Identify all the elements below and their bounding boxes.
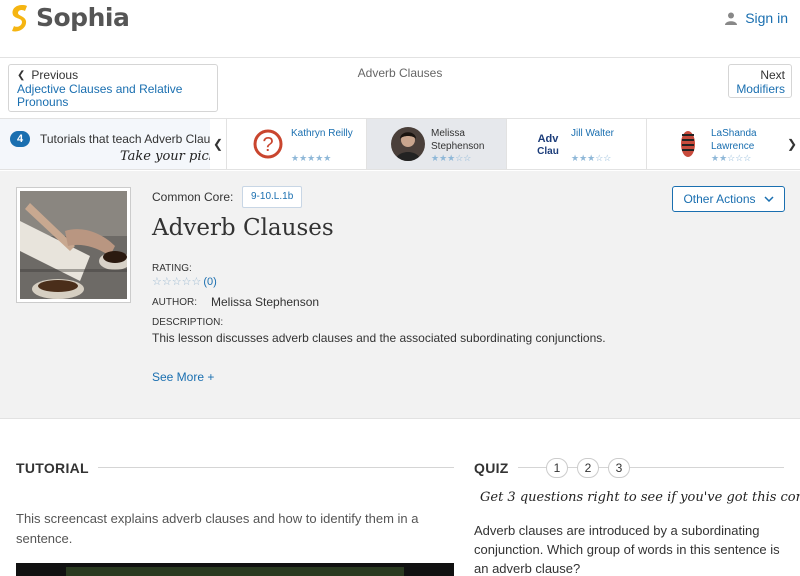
quiz-hint: Get 3 questions right to see if you've g…	[480, 490, 800, 505]
common-core-label: Common Core:	[152, 190, 234, 204]
quiz-question-text: Adverb clauses are introduced by a subor…	[474, 523, 780, 576]
card-rating-stars: ★★★☆☆	[431, 153, 472, 163]
card-rating-stars: ★★☆☆☆	[711, 153, 752, 163]
avatar: Adv Clau	[531, 127, 565, 161]
lesson-detail: Common Core: 9-10.L.1b Adverb Clauses Ot…	[0, 171, 800, 419]
tutorials-text: Tutorials that teach Adverb Clauses	[40, 132, 210, 146]
avatar: ?	[251, 127, 285, 161]
svg-text:?: ?	[262, 134, 273, 156]
other-actions-button[interactable]: Other Actions	[672, 186, 785, 212]
author-name: Melissa Stephenson	[211, 295, 320, 309]
previous-tutorial-link[interactable]: Adjective Clauses and Relative Pronouns	[17, 83, 209, 109]
card-author-name: Melissa Stephenson	[431, 128, 485, 152]
sign-in-label: Sign in	[745, 10, 788, 26]
previous-label: Previous	[31, 68, 79, 82]
previous-tutorial-button[interactable]: ❮ Previous Adjective Clauses and Relativ…	[8, 64, 218, 112]
quiz-question-2[interactable]: 2	[577, 458, 599, 478]
sign-in-link[interactable]: Sign in	[725, 10, 788, 26]
tutorial-card[interactable]: LaShanda Lawrence ★★☆☆☆	[646, 119, 786, 169]
rating-count[interactable]: (0)	[203, 276, 216, 288]
card-rating-stars: ★★★★★	[291, 153, 332, 163]
next-label: Next	[760, 68, 785, 82]
lesson-thumbnail	[16, 187, 131, 303]
tutorial-card[interactable]: ? Kathryn Reilly ★★★★★	[226, 119, 366, 169]
divider	[98, 467, 454, 468]
user-icon	[725, 12, 738, 25]
carousel-next-arrow[interactable]: ❯	[784, 119, 800, 169]
sophia-logo[interactable]: Sophia	[10, 3, 130, 32]
quiz-question-3[interactable]: 3	[608, 458, 630, 478]
chevron-right-icon: ❯	[786, 137, 798, 151]
tutorial-card[interactable]: Adv Clau Jill Walter ★★★☆☆	[506, 119, 646, 169]
card-author-name: Jill Walter	[571, 128, 614, 139]
chevron-left-icon: ❮	[17, 69, 26, 81]
svg-text:Clau: Clau	[537, 146, 559, 157]
tutorial-description: This screencast explains adverb clauses …	[16, 511, 419, 546]
description-label: DESCRIPTION:	[152, 317, 224, 328]
next-tutorial-link[interactable]: Modifiers	[735, 82, 785, 96]
take-your-pick: Take your pick:	[120, 149, 210, 164]
tutorial-count-badge: 4	[10, 131, 30, 147]
chevron-left-icon: ❮	[212, 137, 224, 151]
lesson-description: This lesson discusses adverb clauses and…	[152, 331, 606, 345]
quiz-heading: QUIZ	[474, 460, 509, 476]
author-label: AUTHOR:	[152, 297, 197, 308]
other-actions-label: Other Actions	[683, 192, 756, 206]
see-more-link[interactable]: See More +	[152, 370, 214, 384]
avatar	[671, 127, 705, 161]
card-author-name: Kathryn Reilly	[291, 128, 353, 139]
common-core-tag[interactable]: 9-10.L.1b	[242, 186, 303, 208]
rating-widget[interactable]: ☆☆☆☆☆ (0)	[152, 275, 217, 289]
tutorials-intro: 4 Tutorials that teach Adverb Clauses Ta…	[0, 119, 210, 169]
tutorial-heading: TUTORIAL	[16, 460, 89, 476]
brand-name: Sophia	[36, 3, 130, 32]
video-frame	[66, 567, 404, 576]
rating-label: RATING:	[152, 263, 192, 274]
author-row: AUTHOR: Melissa Stephenson	[152, 295, 319, 309]
sophia-logo-icon	[12, 4, 27, 31]
card-author-name: LaShanda Lawrence	[711, 128, 757, 152]
chevron-down-icon	[763, 196, 774, 202]
tutorial-card-active[interactable]: Melissa Stephenson ★★★☆☆	[366, 119, 506, 169]
next-tutorial-button[interactable]: Next Modifiers	[728, 64, 792, 98]
carousel-prev-arrow[interactable]: ❮	[210, 119, 226, 169]
quiz-question-1[interactable]: 1	[546, 458, 568, 478]
rating-stars[interactable]: ☆☆☆☆☆	[152, 275, 201, 288]
tutorials-carousel: 4 Tutorials that teach Adverb Clauses Ta…	[0, 118, 800, 170]
video-player[interactable]	[16, 563, 454, 576]
card-rating-stars: ★★★☆☆	[571, 153, 612, 163]
svg-text:Adv: Adv	[538, 133, 560, 145]
current-tutorial-title: Adverb Clauses	[357, 66, 443, 80]
avatar	[391, 127, 425, 161]
site-header: Sophia Sign in	[0, 0, 800, 58]
page-title: Adverb Clauses	[152, 215, 334, 241]
